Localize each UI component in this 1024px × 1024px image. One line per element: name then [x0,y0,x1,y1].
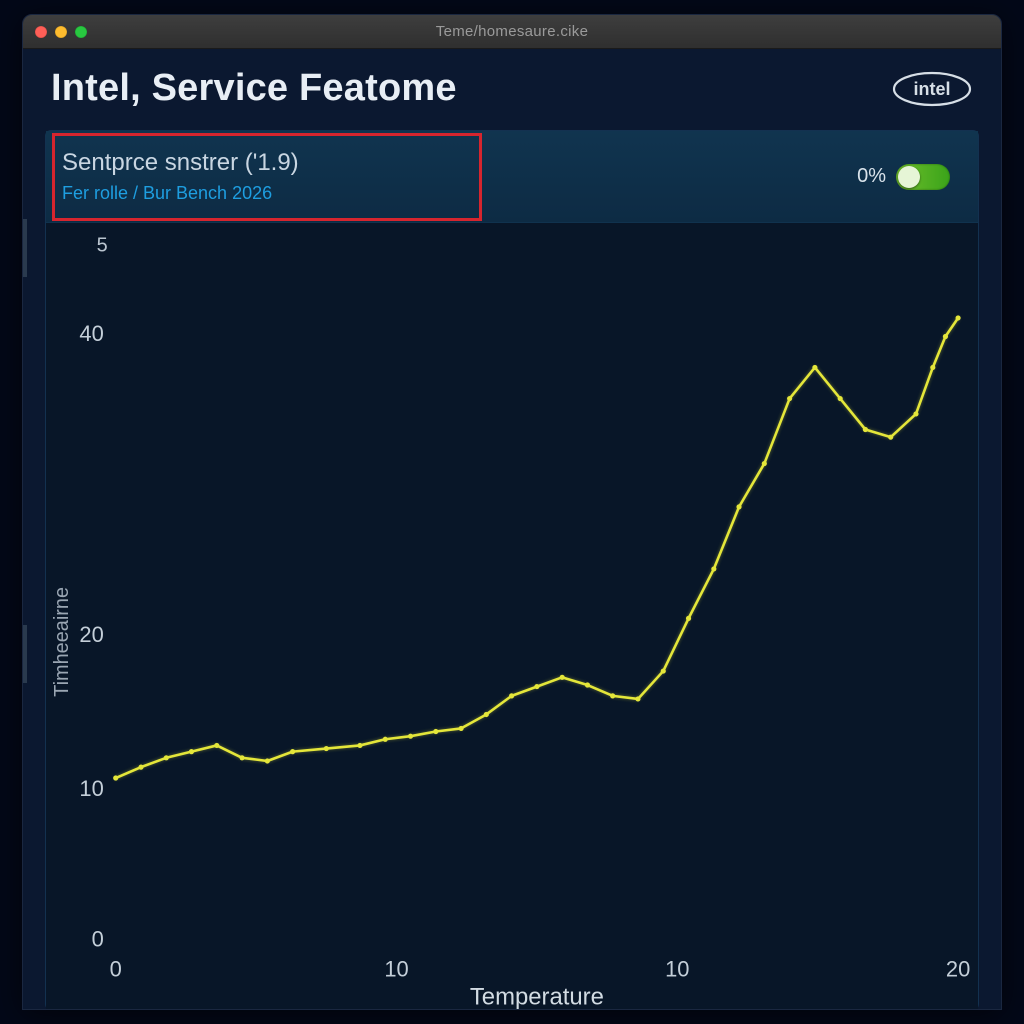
enable-toggle[interactable] [896,164,950,190]
window-controls [35,26,87,38]
series-points [113,315,961,780]
panel-header: Sentprce snstrer ('1.9) Fer rolle / Bur … [46,131,978,223]
percent-readout: 0% [857,165,886,188]
x-axis-label: Temperature [470,983,604,1009]
minimize-icon[interactable] [55,26,67,38]
sidebar-tab-1[interactable] [22,219,27,277]
window-title: Teme/homesaure.cike [23,23,1001,40]
sidebar-tab-2[interactable] [22,625,27,683]
app-window: Teme/homesaure.cike Intel, Service Feato… [22,14,1002,1010]
close-icon[interactable] [35,26,47,38]
maximize-icon[interactable] [75,26,87,38]
x-tick-1: 10 [384,956,408,981]
x-tick-3: 20 [946,956,970,981]
app-title: Intel, Service Featome [51,67,457,110]
y-tick-3: 40 [79,321,103,346]
x-tick-0: 0 [110,956,122,981]
app-header: Intel, Service Featome intel [23,49,1001,120]
y-axis-label: Timheeairne [51,587,73,697]
main-panel: Sentprce snstrer ('1.9) Fer rolle / Bur … [45,130,979,1010]
svg-text:intel: intel [913,79,950,99]
y-tick-1: 10 [79,776,103,801]
intel-logo: intel [891,69,973,109]
y-tick-extra: 5 [97,235,108,257]
x-tick-2: 10 [665,956,689,981]
panel-title: Sentprce snstrer ('1.9) [62,149,299,177]
series-line [116,318,958,778]
titlebar[interactable]: Teme/homesaure.cike [23,15,1001,49]
line-chart: Timheeairne 0 10 20 40 5 0 10 10 20 Temp… [46,223,978,1009]
toggle-knob [898,166,920,188]
chart-area: Timheeairne 0 10 20 40 5 0 10 10 20 Temp… [46,223,978,1009]
y-tick-2: 20 [79,622,103,647]
y-tick-0: 0 [92,927,104,952]
panel-subtitle[interactable]: Fer rolle / Bur Bench 2026 [62,183,299,204]
